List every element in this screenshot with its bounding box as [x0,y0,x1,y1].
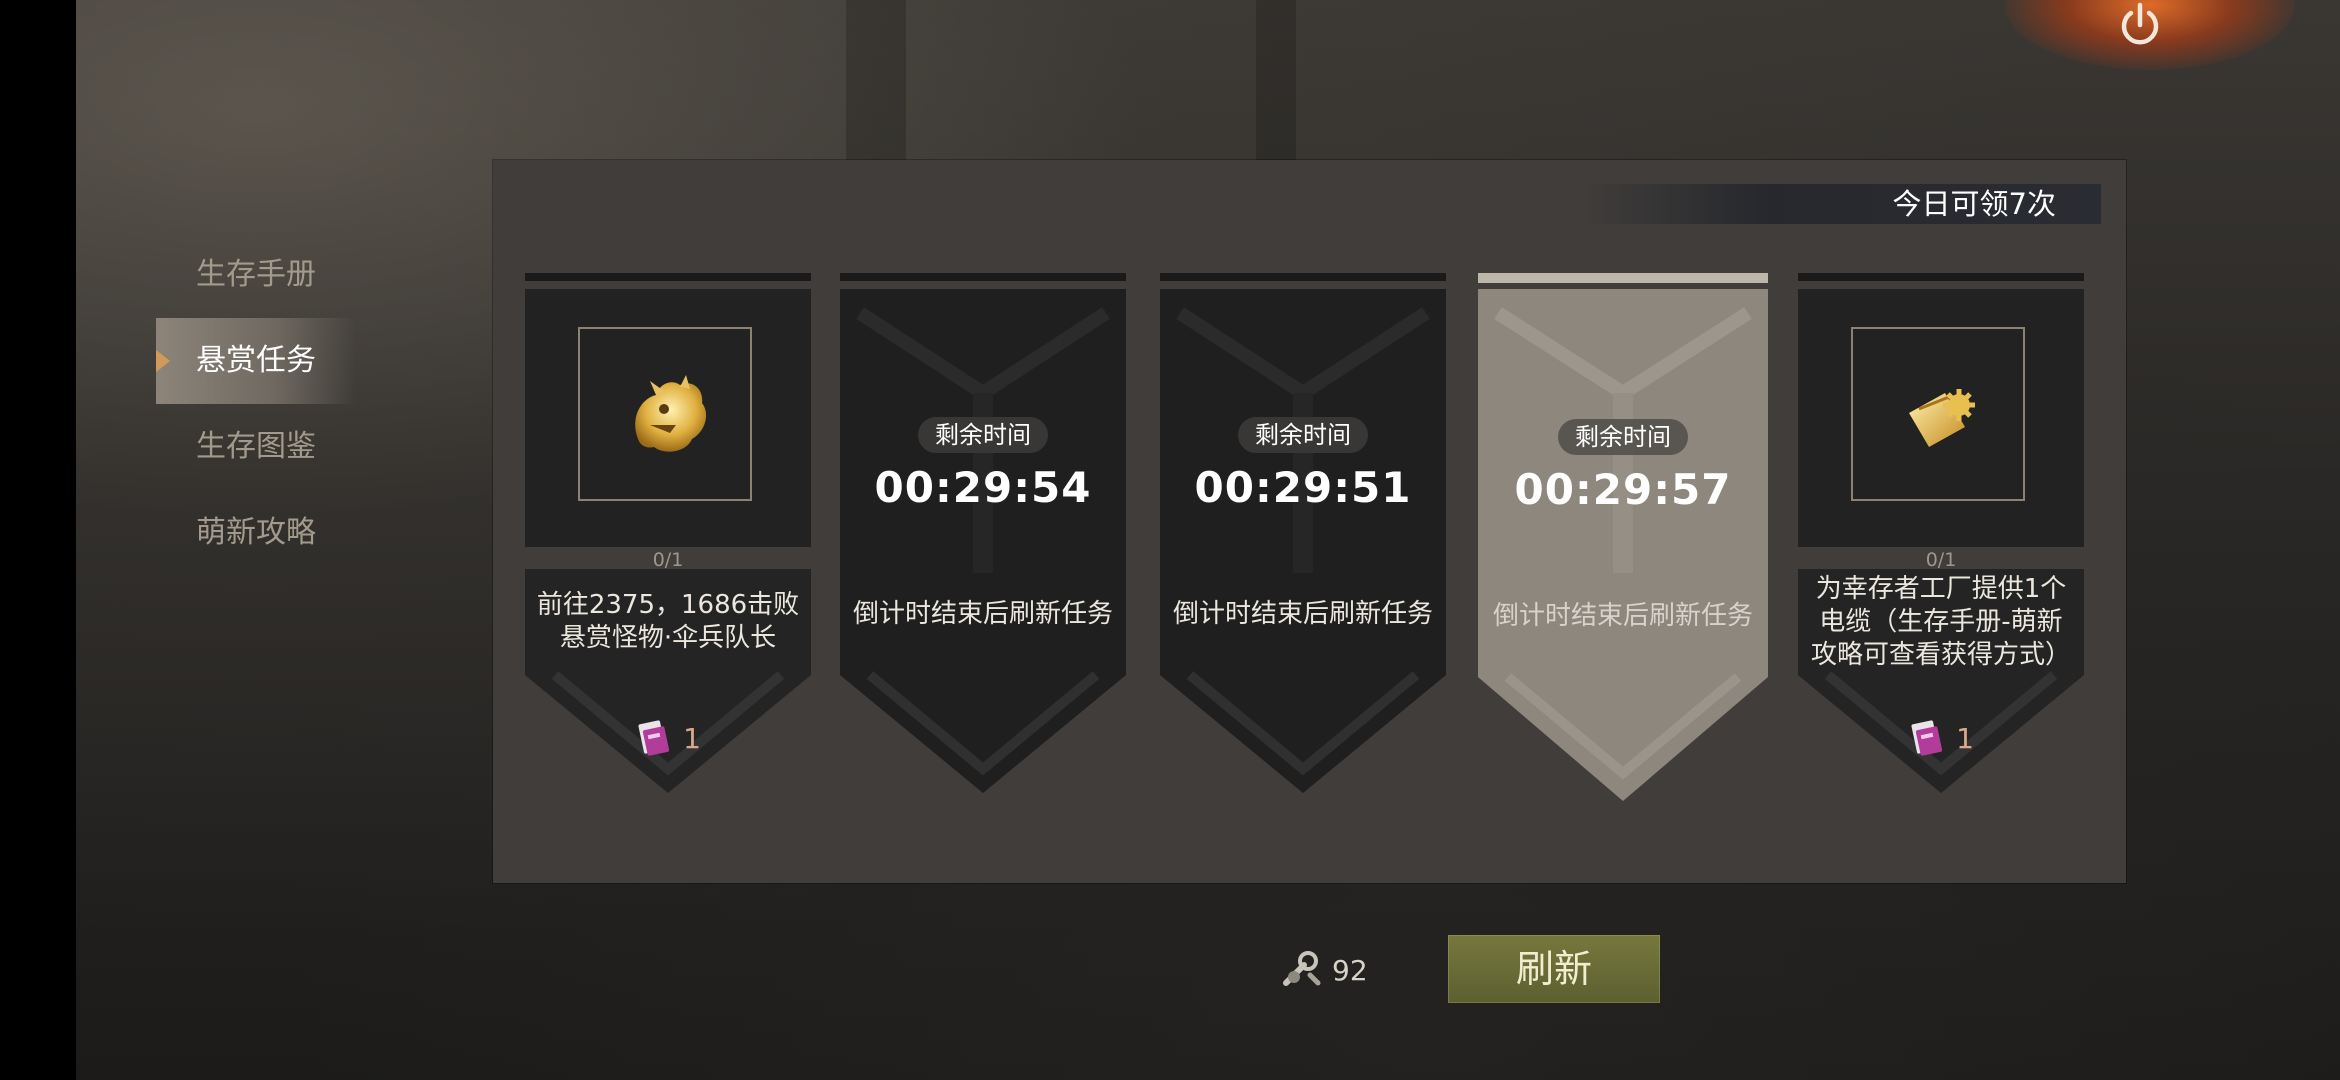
task-description-line: 电缆（生存手册-萌新 [1819,606,2063,637]
task-icon-frame [1851,327,2025,501]
daily-claims-banner: 今日可领7次 [1583,184,2101,224]
daily-claims-label: 今日可领7次 [1892,187,2056,221]
wrench-parts-icon [1283,951,1321,986]
cooldown-card-highlighted: 剩余时间 00:29:57 倒计时结束后刷新任务 [1478,273,1768,813]
timer-value: 00:29:54 [874,463,1092,512]
side-item-label: 生存图鉴 [196,429,316,464]
task-description-line: 攻略可查看获得方式） [1810,639,2071,670]
bounty-ticket-icon [1911,720,1943,756]
side-item-survival-codex[interactable]: 生存图鉴 [156,404,356,490]
card-banner [1478,273,1768,801]
refresh-cost: 92 [1280,949,1368,991]
reward-count: 1 [1956,721,1974,755]
cooldown-card: 剩余时间 00:29:51 倒计时结束后刷新任务 [1160,273,1446,813]
side-item-bounty-tasks[interactable]: 悬赏任务 [156,318,356,404]
task-description: 前往2375，1686击败 悬赏怪物·伞兵队长 [531,573,805,671]
gold-gear-ticket-icon [1909,389,1975,447]
timer-value: 00:29:51 [1194,463,1412,512]
timer-value: 00:29:57 [1514,465,1732,514]
background-pillar [1256,0,1296,160]
task-description-line: 前往2375，1686击败 [536,590,800,620]
refresh-bar: 92 刷新 [1280,935,1720,1005]
task-progress: 0/1 [1925,549,1957,571]
task-progress: 0/1 [652,549,684,571]
reward-count: 1 [683,721,701,755]
side-menu: 生存手册 悬赏任务 生存图鉴 萌新攻略 [156,232,356,576]
task-icon-frame [578,327,752,501]
power-icon[interactable] [2118,2,2162,48]
refresh-note: 倒计时结束后刷新任务 [1172,599,1433,629]
side-item-survival-manual[interactable]: 生存手册 [156,232,356,318]
card-banner [1160,273,1446,793]
task-description: 为幸存者工厂提供1个 电缆（生存手册-萌新 攻略可查看获得方式） [1804,573,2078,671]
bounty-task-card[interactable]: 0/1 前往2375，1686击败 悬赏怪物·伞兵队长 1 [525,273,811,813]
background-pillar [846,0,906,160]
side-item-label: 生存手册 [196,257,316,292]
timer-label: 剩余时间 [1238,417,1368,453]
task-description-line: 悬赏怪物·伞兵队长 [559,623,777,653]
refresh-cost-count: 92 [1332,953,1368,987]
refresh-note: 倒计时结束后刷新任务 [1492,601,1753,631]
refresh-note: 倒计时结束后刷新任务 [852,599,1113,629]
timer-label: 剩余时间 [1558,419,1688,455]
golden-squirrel-monster-icon [635,375,707,452]
refresh-button[interactable]: 刷新 [1448,935,1660,1003]
task-reward: 1 [1798,713,2084,763]
card-banner [840,273,1126,793]
task-reward: 1 [525,713,811,763]
side-item-newbie-guide[interactable]: 萌新攻略 [156,490,356,576]
task-description-line: 为幸存者工厂提供1个 [1815,573,2067,604]
side-item-label: 萌新攻略 [196,515,316,550]
timer-label: 剩余时间 [918,417,1048,453]
cooldown-card: 剩余时间 00:29:54 倒计时结束后刷新任务 [840,273,1126,813]
bounty-task-card[interactable]: 0/1 为幸存者工厂提供1个 电缆（生存手册-萌新 攻略可查看获得方式） 1 [1798,273,2084,813]
side-item-label: 悬赏任务 [196,343,316,378]
bounty-ticket-icon [638,720,670,756]
